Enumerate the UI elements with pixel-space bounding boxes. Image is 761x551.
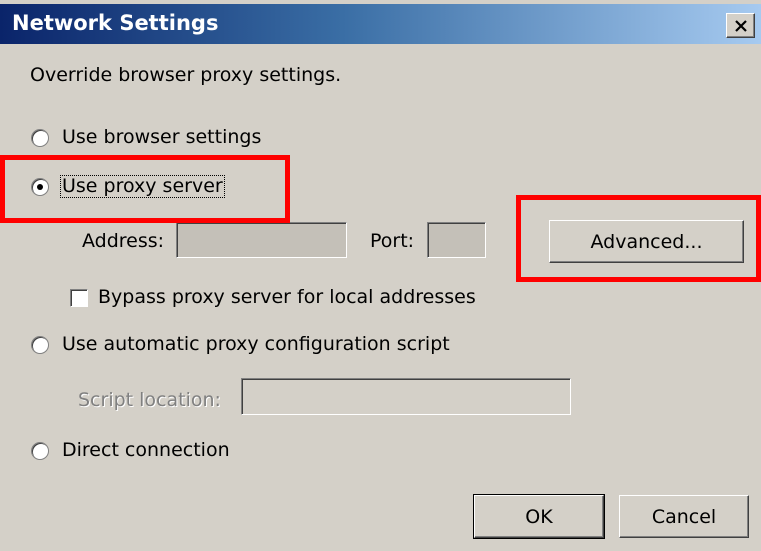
radio-label-use-proxy-server[interactable]: Use proxy server xyxy=(60,175,225,198)
bypass-local-checkbox[interactable] xyxy=(70,289,88,307)
ok-button-label: OK xyxy=(525,505,553,528)
ok-button[interactable]: OK xyxy=(473,494,605,539)
radio-direct-connection[interactable] xyxy=(31,442,49,460)
advanced-button-label: Advanced... xyxy=(590,230,703,253)
title-bar: Network Settings xyxy=(0,4,761,44)
script-location-label: Script location: xyxy=(78,389,221,411)
dialog-description: Override browser proxy settings. xyxy=(30,64,342,86)
address-field[interactable] xyxy=(176,222,347,258)
close-icon xyxy=(734,19,747,32)
close-button[interactable] xyxy=(726,13,755,38)
radio-use-automatic-config[interactable] xyxy=(31,336,49,354)
advanced-button[interactable]: Advanced... xyxy=(549,220,744,263)
script-location-field[interactable] xyxy=(241,378,571,415)
address-label: Address: xyxy=(82,230,165,252)
port-label: Port: xyxy=(370,230,415,252)
radio-label-use-browser-settings[interactable]: Use browser settings xyxy=(62,128,261,147)
radio-use-proxy-server[interactable] xyxy=(31,178,49,196)
bypass-local-label[interactable]: Bypass proxy server for local addresses xyxy=(98,288,476,307)
port-field[interactable] xyxy=(427,222,486,258)
radio-label-direct-connection[interactable]: Direct connection xyxy=(62,441,230,460)
window-title: Network Settings xyxy=(12,11,219,35)
cancel-button[interactable]: Cancel xyxy=(619,495,749,538)
cancel-button-label: Cancel xyxy=(651,505,717,528)
radio-label-use-automatic-config[interactable]: Use automatic proxy configuration script xyxy=(62,335,450,354)
radio-use-browser-settings[interactable] xyxy=(31,129,49,147)
